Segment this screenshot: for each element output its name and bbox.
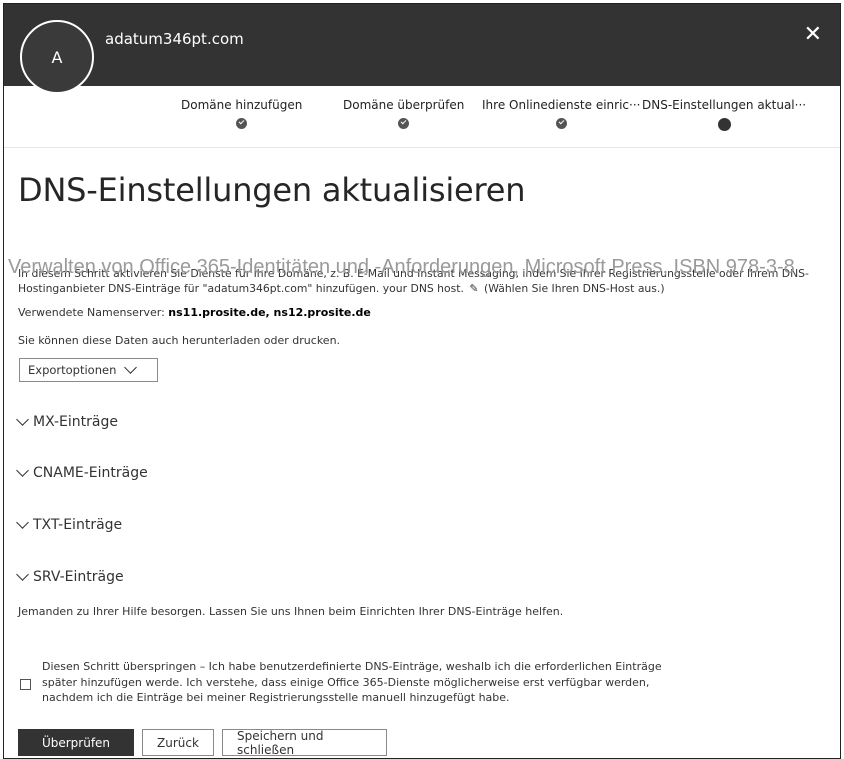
- save-and-close-button[interactable]: Speichern und schließen: [222, 729, 387, 757]
- step-verify-domain: Domäne überprüfen: [343, 98, 464, 129]
- close-icon[interactable]: ✕: [804, 24, 822, 46]
- section-label: MX-Einträge: [33, 414, 118, 430]
- intro-text: In diesem Schritt aktivieren Sie Dienste…: [18, 267, 809, 295]
- verify-button[interactable]: Überprüfen: [18, 729, 134, 756]
- section-label: SRV-Einträge: [33, 569, 124, 585]
- intro-paragraph: In diesem Schritt aktivieren Sie Dienste…: [18, 266, 838, 296]
- section-txt-records[interactable]: TXT-Einträge: [16, 515, 123, 533]
- skip-step-row: Diesen Schritt überspringen – Ich habe b…: [20, 659, 682, 706]
- pencil-icon[interactable]: ✎: [469, 281, 478, 296]
- wizard-steps: Domäne hinzufügen Domäne überprüfen Ihre…: [4, 86, 840, 148]
- domain-title: adatum346pt.com: [105, 30, 244, 48]
- check-icon: [398, 118, 410, 129]
- skip-step-checkbox[interactable]: [20, 679, 31, 690]
- back-button[interactable]: Zurück: [142, 729, 214, 756]
- choose-host-link[interactable]: (Wählen Sie Ihren DNS-Host aus.): [484, 282, 665, 295]
- wizard-panel: adatum346pt.com ✕ A Domäne hinzufügen Do…: [3, 3, 841, 759]
- section-srv-records[interactable]: SRV-Einträge: [16, 567, 124, 585]
- avatar: A: [20, 20, 94, 94]
- section-mx-records[interactable]: MX-Einträge: [16, 412, 118, 430]
- header-bar: adatum346pt.com ✕: [4, 4, 840, 86]
- nameserver-values: ns11.prosite.de, ns12.prosite.de: [168, 306, 371, 319]
- check-icon: [555, 118, 567, 129]
- current-step-dot: [717, 118, 731, 131]
- nameserver-line: Verwendete Namenserver: ns11.prosite.de,…: [18, 306, 371, 319]
- section-label: TXT-Einträge: [33, 517, 123, 533]
- export-options-button[interactable]: Exportoptionen: [19, 358, 158, 382]
- chevron-down-icon: [16, 567, 29, 581]
- export-options-label: Exportoptionen: [28, 363, 117, 377]
- main-content: DNS-Einstellungen aktualisieren In diese…: [4, 149, 840, 758]
- nameserver-label: Verwendete Namenserver:: [18, 306, 165, 319]
- help-link[interactable]: Jemanden zu Ihrer Hilfe besorgen. Lassen…: [18, 605, 563, 618]
- chevron-down-icon: [16, 463, 29, 477]
- section-cname-records[interactable]: CNAME-Einträge: [16, 463, 148, 481]
- step-label: DNS-Einstellungen aktual···: [642, 98, 807, 112]
- step-label: Domäne hinzufügen: [181, 98, 303, 112]
- skip-step-text: Diesen Schritt überspringen – Ich habe b…: [42, 660, 662, 704]
- step-add-domain: Domäne hinzufügen: [181, 98, 302, 129]
- step-label: Domäne überprüfen: [343, 98, 465, 112]
- step-label: Ihre Onlinedienste einric···: [482, 98, 641, 112]
- page-title: DNS-Einstellungen aktualisieren: [18, 171, 526, 209]
- download-hint: Sie können diese Daten auch herunterlade…: [18, 334, 341, 347]
- chevron-down-icon: [16, 412, 29, 426]
- step-dns-settings: DNS-Einstellungen aktual···: [642, 98, 806, 131]
- step-online-services: Ihre Onlinedienste einric···: [482, 98, 640, 129]
- action-buttons: Überprüfen Zurück Speichern und schließe…: [18, 729, 387, 757]
- chevron-down-icon: [124, 361, 138, 374]
- check-icon: [236, 118, 248, 129]
- section-label: CNAME-Einträge: [33, 465, 148, 481]
- chevron-down-icon: [16, 515, 29, 529]
